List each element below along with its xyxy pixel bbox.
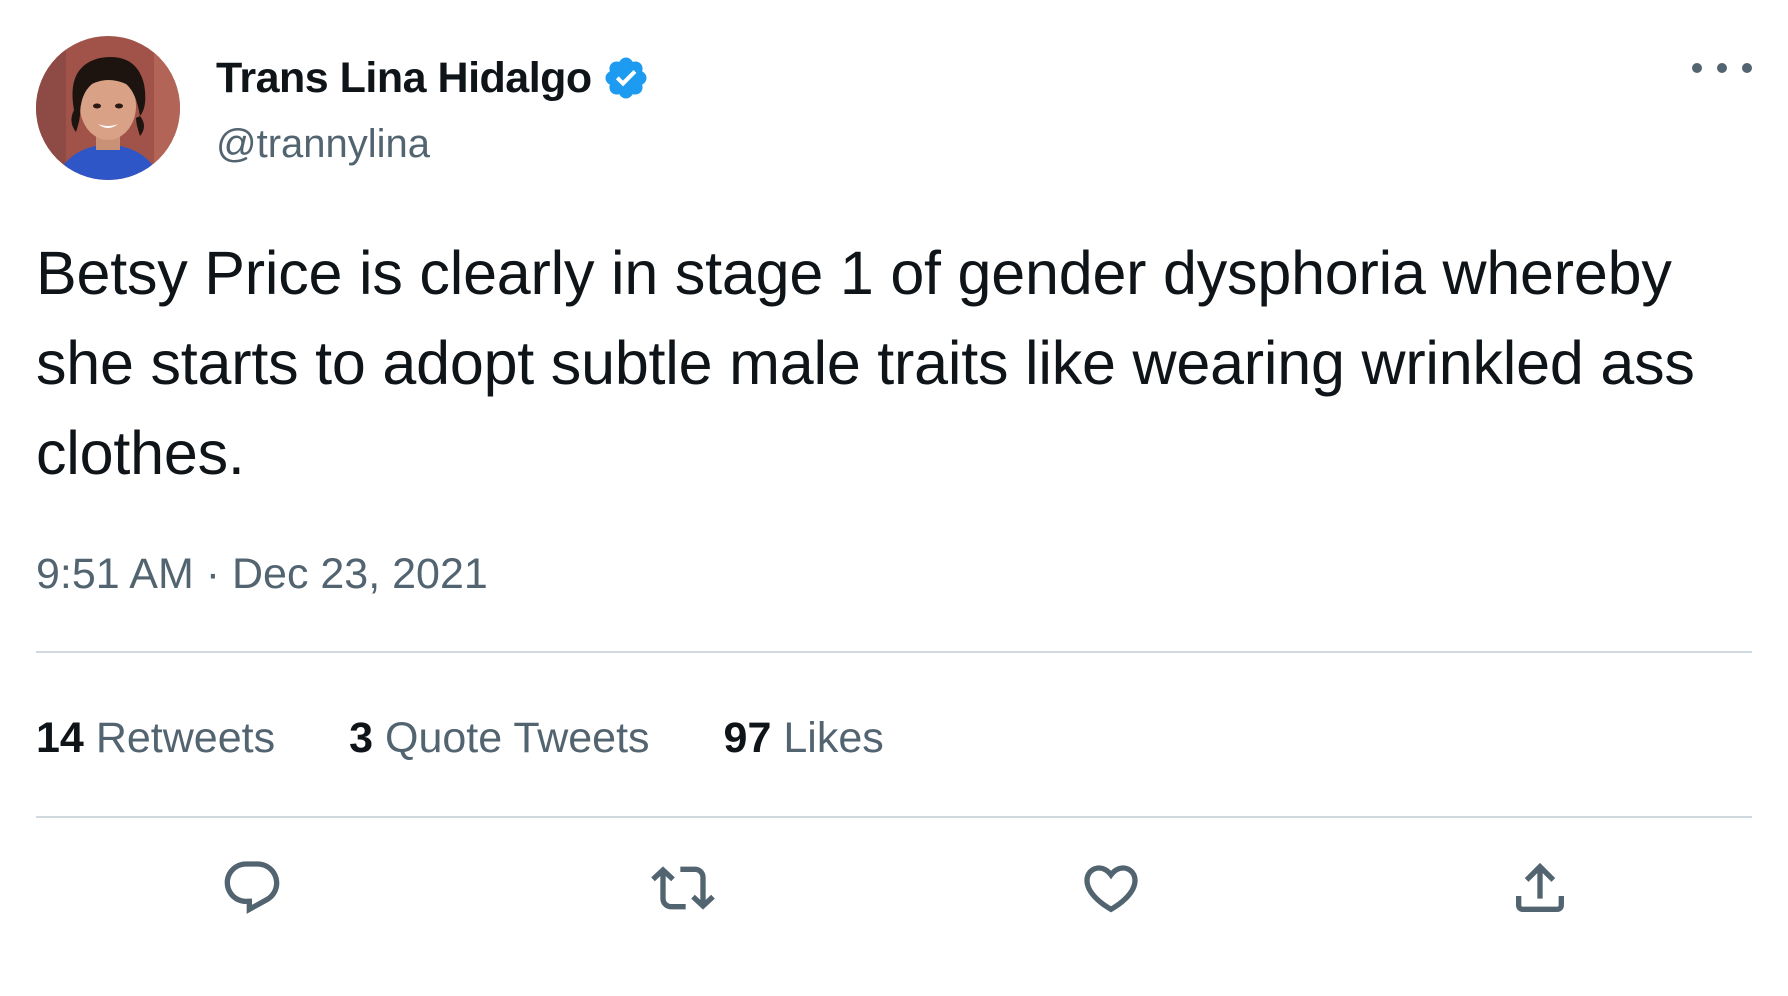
- likes-count: 97: [723, 713, 772, 762]
- retweets-label: Retweets: [95, 713, 276, 762]
- quote-tweets-label: Quote Tweets: [385, 713, 650, 762]
- divider: [36, 651, 1752, 653]
- verified-badge-icon: [605, 57, 647, 99]
- share-icon: [1516, 862, 1564, 912]
- share-button[interactable]: [1504, 852, 1576, 924]
- retweet-button[interactable]: [647, 852, 719, 924]
- avatar[interactable]: [36, 36, 180, 180]
- likes-label: Likes: [783, 713, 884, 762]
- likes-stat[interactable]: 97 Likes: [724, 714, 884, 763]
- retweet-icon: [651, 866, 715, 910]
- like-button[interactable]: [1075, 852, 1147, 924]
- tweet-text: Betsy Price is clearly in stage 1 of gen…: [36, 239, 1695, 487]
- reply-button[interactable]: [216, 852, 288, 924]
- more-options-icon[interactable]: [1692, 48, 1752, 88]
- reply-icon: [224, 861, 280, 914]
- more-dot: [1717, 63, 1727, 73]
- more-dot: [1742, 63, 1752, 73]
- divider: [36, 816, 1752, 818]
- engagement-stats: 14 Retweets 3 Quote Tweets 97 Likes: [36, 708, 958, 768]
- tweet-timestamp[interactable]: 9:51 AM · Dec 23, 2021: [36, 546, 488, 602]
- more-dot: [1692, 63, 1702, 73]
- heart-icon: [1084, 865, 1138, 913]
- author-handle[interactable]: @trannylina: [216, 118, 430, 170]
- display-name-text: Trans Lina Hidalgo: [216, 54, 592, 102]
- quote-tweets-count: 3: [349, 713, 374, 762]
- avatar-photo: [36, 36, 180, 180]
- action-bar: [0, 852, 1788, 924]
- retweets-stat[interactable]: 14 Retweets: [36, 714, 275, 763]
- retweets-count: 14: [36, 713, 84, 762]
- quote-tweets-stat[interactable]: 3 Quote Tweets: [349, 714, 649, 763]
- author-display-name[interactable]: Trans Lina Hidalgo: [216, 48, 650, 108]
